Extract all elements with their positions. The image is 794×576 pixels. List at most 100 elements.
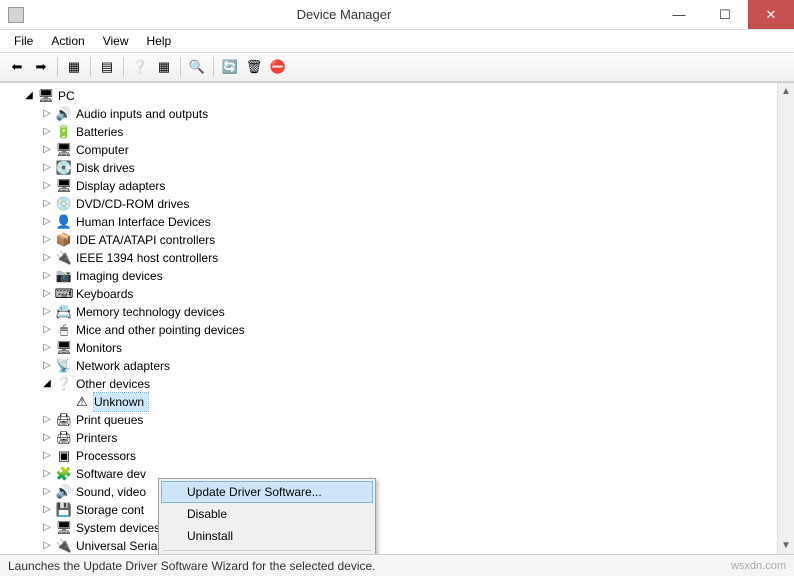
tree-row[interactable]: ▷🔋Batteries [6, 123, 794, 141]
show-hide-tree-button[interactable]: ▦ [63, 56, 85, 78]
tree-row[interactable]: ▷🔌Universal Serial Bus controllers [6, 537, 794, 554]
expander-icon[interactable]: ▷ [40, 285, 54, 303]
expander-icon[interactable]: ▷ [40, 411, 54, 429]
tree-row[interactable]: ▷▣Processors [6, 447, 794, 465]
device-tree[interactable]: ◢🖥PC▷🔊Audio inputs and outputs▷🔋Batterie… [0, 83, 794, 554]
device-icon: 🔊 [56, 484, 72, 500]
tree-label: DVD/CD-ROM drives [76, 195, 193, 213]
tree-row[interactable]: ⚠Unknown [6, 393, 794, 411]
scroll-up-icon[interactable]: ▲ [778, 83, 794, 100]
scroll-down-icon[interactable]: ▼ [778, 537, 794, 554]
tree-row[interactable]: ▷📡Network adapters [6, 357, 794, 375]
tree-label: Print queues [76, 411, 147, 429]
tree-label: Imaging devices [76, 267, 167, 285]
tree-row[interactable]: ◢❔Other devices [6, 375, 794, 393]
tree-label: Processors [76, 447, 140, 465]
tree-row[interactable]: ▷🖥Computer [6, 141, 794, 159]
menu-help[interactable]: Help [139, 32, 180, 50]
expander-icon[interactable]: ▷ [40, 321, 54, 339]
window-title: Device Manager [32, 7, 656, 22]
tree-label: Sound, video [76, 483, 150, 501]
device-icon: 🖱 [56, 322, 72, 338]
expander-icon[interactable]: ◢ [40, 375, 54, 393]
forward-button[interactable]: ➡ [30, 56, 52, 78]
maximize-button[interactable]: ☐ [702, 0, 748, 29]
tree-label: Storage cont [76, 501, 148, 519]
separator [123, 57, 124, 77]
menu-view[interactable]: View [95, 32, 137, 50]
tree-label: Display adapters [76, 177, 169, 195]
device-icon: ⌨ [56, 286, 72, 302]
expander-icon[interactable]: ▷ [40, 429, 54, 447]
device-icon: 🔋 [56, 124, 72, 140]
tree-row[interactable]: ▷🖥Monitors [6, 339, 794, 357]
statusbar: Launches the Update Driver Software Wiza… [0, 554, 794, 576]
help-button[interactable]: ❔ [129, 56, 151, 78]
expander-icon[interactable]: ▷ [40, 339, 54, 357]
context-menu-item[interactable]: Uninstall [161, 525, 373, 547]
expander-icon[interactable]: ▷ [40, 267, 54, 285]
expander-icon[interactable]: ▷ [40, 105, 54, 123]
expander-icon[interactable]: ◢ [22, 87, 36, 105]
device-icon: 👤 [56, 214, 72, 230]
expander-icon[interactable]: ▷ [40, 501, 54, 519]
expander-icon[interactable]: ▷ [40, 195, 54, 213]
device-icon: 🖨 [56, 412, 72, 428]
expander-icon[interactable]: ▷ [40, 303, 54, 321]
tree-row[interactable]: ▷🖥Display adapters [6, 177, 794, 195]
expander-icon[interactable]: ▷ [40, 465, 54, 483]
expander-icon[interactable]: ▷ [40, 519, 54, 537]
back-button[interactable]: ⬅ [6, 56, 28, 78]
update-driver-button[interactable]: 🔄 [219, 56, 241, 78]
action-button[interactable]: ▦ [153, 56, 175, 78]
menu-file[interactable]: File [6, 32, 41, 50]
menu-action[interactable]: Action [43, 32, 92, 50]
tree-row[interactable]: ▷⌨Keyboards [6, 285, 794, 303]
tree-row[interactable]: ▷🖱Mice and other pointing devices [6, 321, 794, 339]
tree-row[interactable]: ▷🖨Printers [6, 429, 794, 447]
tree-row[interactable]: ◢🖥PC [6, 87, 794, 105]
device-icon: 🖥 [56, 340, 72, 356]
device-icon: 🔊 [56, 106, 72, 122]
tree-label: Human Interface Devices [76, 213, 215, 231]
expander-icon[interactable]: ▷ [40, 123, 54, 141]
expander-icon[interactable]: ▷ [40, 447, 54, 465]
scan-button[interactable]: 🔍 [186, 56, 208, 78]
minimize-button[interactable]: — [656, 0, 702, 29]
expander-icon[interactable]: ▷ [40, 159, 54, 177]
properties-button[interactable]: ▤ [96, 56, 118, 78]
tree-row[interactable]: ▷💿DVD/CD-ROM drives [6, 195, 794, 213]
expander-icon[interactable]: ▷ [40, 213, 54, 231]
tree-row[interactable]: ▷📦IDE ATA/ATAPI controllers [6, 231, 794, 249]
expander-icon[interactable]: ▷ [40, 177, 54, 195]
tree-row[interactable]: ▷🔊Audio inputs and outputs [6, 105, 794, 123]
tree-row[interactable]: ▷👤Human Interface Devices [6, 213, 794, 231]
tree-label: IEEE 1394 host controllers [76, 249, 222, 267]
context-menu-item[interactable]: Disable [161, 503, 373, 525]
expander-icon[interactable]: ▷ [40, 249, 54, 267]
tree-label: Computer [76, 141, 133, 159]
tree-row[interactable]: ▷📇Memory technology devices [6, 303, 794, 321]
uninstall-button[interactable]: 🗑 [243, 56, 265, 78]
context-menu-item[interactable]: Update Driver Software... [161, 481, 373, 503]
tree-row[interactable]: ▷📷Imaging devices [6, 267, 794, 285]
app-icon [8, 7, 24, 23]
disable-button[interactable]: ⛔ [267, 56, 289, 78]
vertical-scrollbar[interactable]: ▲ ▼ [777, 83, 794, 554]
expander-icon[interactable]: ▷ [40, 537, 54, 554]
expander-icon[interactable]: ▷ [40, 231, 54, 249]
close-button[interactable]: ✕ [748, 0, 794, 29]
tree-label: IDE ATA/ATAPI controllers [76, 231, 219, 249]
tree-row[interactable]: ▷🖥System devices [6, 519, 794, 537]
tree-label: Printers [76, 429, 121, 447]
tree-row[interactable]: ▷🔊Sound, video [6, 483, 794, 501]
tree-row[interactable]: ▷🖨Print queues [6, 411, 794, 429]
expander-icon[interactable]: ▷ [40, 141, 54, 159]
expander-icon[interactable]: ▷ [40, 483, 54, 501]
tree-row[interactable]: ▷🧩Software dev [6, 465, 794, 483]
expander-icon[interactable]: ▷ [40, 357, 54, 375]
tree-row[interactable]: ▷💾Storage cont [6, 501, 794, 519]
device-icon: 📦 [56, 232, 72, 248]
tree-row[interactable]: ▷🔌IEEE 1394 host controllers [6, 249, 794, 267]
tree-row[interactable]: ▷💽Disk drives [6, 159, 794, 177]
